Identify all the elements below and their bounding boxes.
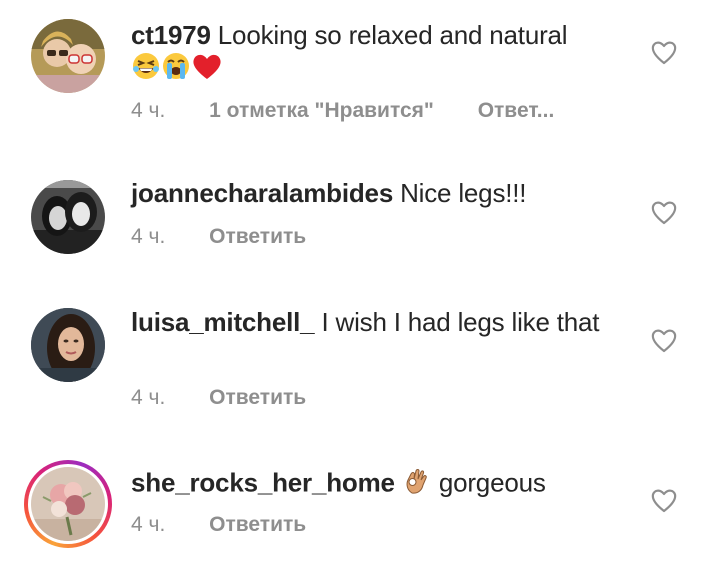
avatar-image	[31, 19, 105, 93]
comment-meta: 4 ч. Ответить	[131, 513, 306, 537]
avatar[interactable]	[31, 467, 105, 541]
comment-text: luisa_mitchell_ I wish I had legs like t…	[131, 306, 621, 338]
comments-list: ct1979 Looking so relaxed and natural 4 …	[0, 0, 711, 566]
story-ring[interactable]	[24, 460, 112, 548]
avatar-image	[31, 180, 105, 254]
username[interactable]: luisa_mitchell_	[131, 307, 315, 337]
comment-text: joannecharalambides Nice legs!!!	[131, 177, 621, 209]
avatar-image	[31, 467, 105, 541]
username[interactable]: she_rocks_her_home	[131, 467, 395, 497]
comment-body: Nice legs!!!	[400, 178, 527, 208]
comment-body: Looking so relaxed and natural	[217, 20, 568, 50]
comment-meta: 4 ч. Ответить	[131, 386, 306, 410]
heart-outline-icon[interactable]	[650, 39, 678, 65]
reply-button[interactable]: Ответить	[209, 225, 306, 249]
comment-body: gorgeous	[438, 467, 546, 498]
avatar-image	[31, 308, 105, 382]
reply-button[interactable]: Ответить	[209, 513, 306, 537]
comment-meta: 4 ч. Ответить	[131, 225, 306, 249]
avatar[interactable]	[31, 180, 105, 254]
timestamp: 4 ч.	[131, 99, 166, 122]
timestamp: 4 ч.	[131, 386, 166, 409]
reply-button[interactable]: Ответ...	[478, 99, 555, 123]
comment-body: I wish I had legs like that	[321, 307, 600, 337]
comment-text: she_rocks_her_home gorgeous	[131, 466, 621, 503]
timestamp: 4 ч.	[131, 513, 166, 536]
heart-outline-icon[interactable]	[650, 327, 678, 353]
timestamp: 4 ч.	[131, 225, 166, 248]
likes-count-link[interactable]: 1 отметка "Нравится"	[209, 99, 434, 123]
username[interactable]: joannecharalambides	[131, 178, 393, 208]
ok-hand-icon	[402, 466, 432, 503]
username[interactable]: ct1979	[131, 20, 211, 50]
comment-text: ct1979 Looking so relaxed and natural	[131, 19, 621, 88]
avatar[interactable]	[31, 308, 105, 382]
comment-meta: 4 ч. 1 отметка "Нравится" Ответ...	[131, 99, 554, 123]
grinning-squinting-face-icon	[131, 51, 161, 88]
loudly-crying-face-icon	[161, 51, 191, 88]
heart-outline-icon[interactable]	[650, 199, 678, 225]
red-heart-icon	[191, 51, 223, 88]
heart-outline-icon[interactable]	[650, 487, 678, 513]
reply-button[interactable]: Ответить	[209, 386, 306, 410]
avatar[interactable]	[31, 19, 105, 93]
